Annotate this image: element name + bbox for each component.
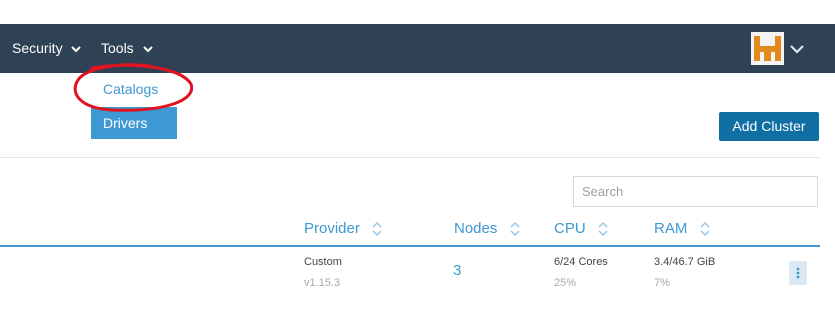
table-header-rule: [0, 245, 820, 247]
nav-security-label: Security: [12, 40, 63, 56]
chevron-down-icon: [142, 46, 153, 53]
nav-tools[interactable]: Tools: [101, 24, 153, 73]
ram-cell: 3.4/46.7 GiB: [654, 256, 716, 268]
sort-icon: [699, 222, 710, 237]
sort-icon: [598, 222, 608, 237]
nav-security[interactable]: Security: [12, 24, 82, 73]
cpu-cell: 6/24 Cores: [554, 256, 608, 268]
column-header-cpu[interactable]: CPU: [554, 220, 608, 237]
user-avatar[interactable]: [751, 32, 784, 65]
sort-icon: [372, 222, 382, 237]
column-header-nodes-label: Nodes: [454, 220, 498, 237]
tools-dropdown-menu: Catalogs Drivers: [91, 73, 177, 139]
column-header-provider[interactable]: Provider: [304, 220, 382, 237]
column-header-provider-label: Provider: [304, 220, 360, 237]
column-header-ram[interactable]: RAM: [654, 220, 710, 237]
section-divider: [0, 157, 820, 158]
search-input[interactable]: [573, 176, 818, 207]
top-navbar: Security Tools: [0, 24, 835, 73]
sort-icon: [510, 222, 520, 237]
chevron-down-icon: [71, 46, 82, 53]
nav-tools-label: Tools: [101, 40, 134, 56]
column-header-cpu-label: CPU: [554, 220, 586, 237]
menu-item-drivers[interactable]: Drivers: [91, 107, 177, 139]
column-header-nodes[interactable]: Nodes: [454, 220, 520, 237]
user-menu-chevron-icon[interactable]: [789, 41, 805, 57]
row-actions-button[interactable]: [789, 261, 807, 285]
add-cluster-button[interactable]: Add Cluster: [719, 112, 819, 141]
column-header-ram-label: RAM: [654, 220, 688, 237]
provider-version: v1.15.3: [304, 277, 341, 289]
cpu-percent: 25%: [554, 277, 577, 289]
nodes-count-link[interactable]: 3: [453, 262, 461, 279]
menu-item-catalogs[interactable]: Catalogs: [91, 73, 177, 105]
ram-percent: 7%: [654, 277, 670, 289]
identicon-icon: [754, 36, 781, 61]
provider-cell: Custom: [304, 256, 342, 268]
kebab-menu-icon: [796, 267, 800, 279]
